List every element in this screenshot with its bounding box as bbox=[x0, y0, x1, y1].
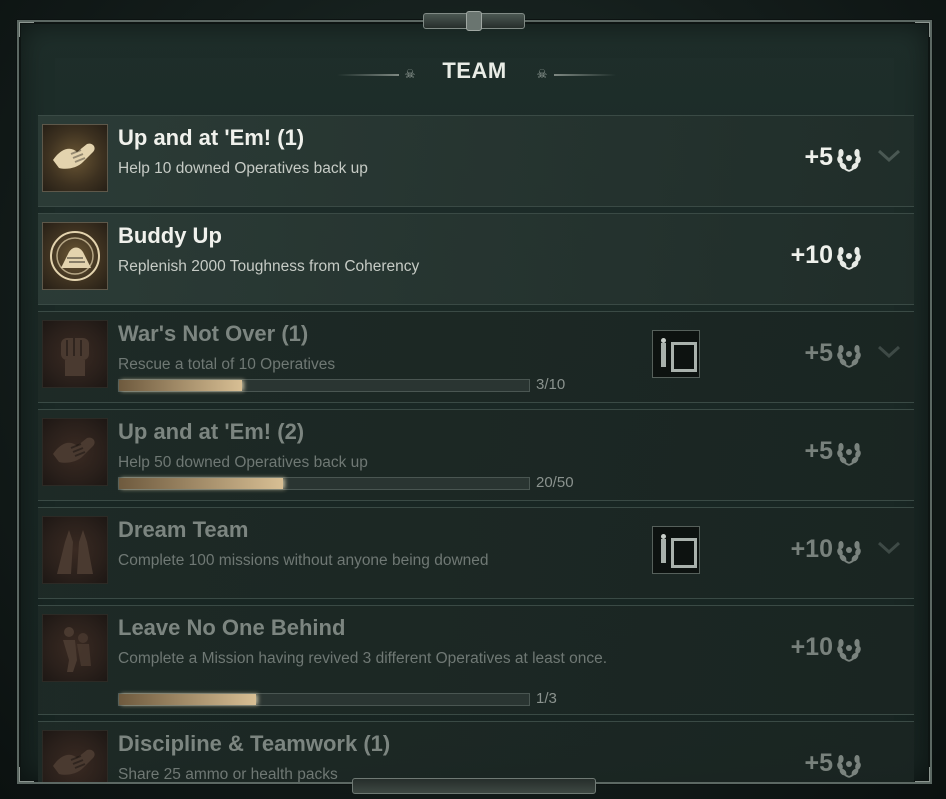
achievement-title: Up and at 'Em! (1) bbox=[118, 125, 305, 150]
skull-icon: ☠ bbox=[536, 67, 548, 81]
achievement-row[interactable]: Up and at 'Em! (2) Help 50 downed Operati… bbox=[38, 409, 914, 501]
portrait-frame-reward-icon[interactable] bbox=[652, 526, 700, 574]
reward-points: +5 bbox=[804, 143, 833, 171]
panel-header: ☠ TEAM ☠ bbox=[19, 58, 930, 94]
laurel-icon bbox=[836, 438, 862, 468]
laurel-icon bbox=[836, 144, 862, 174]
corner-ornament bbox=[19, 22, 34, 37]
achievement-description: Help 10 downed Operatives back up bbox=[118, 160, 368, 177]
helping-hands-icon bbox=[42, 418, 108, 486]
progress-fill bbox=[119, 380, 242, 391]
achievement-title: Buddy Up bbox=[118, 223, 222, 248]
achievement-title: War's Not Over (1) bbox=[118, 321, 309, 346]
raised-hands-icon bbox=[42, 516, 108, 584]
portrait-frame-reward-icon[interactable] bbox=[652, 330, 700, 378]
reward-points: +5 bbox=[804, 339, 833, 367]
ornament-skull-icon bbox=[466, 11, 482, 31]
reward-points: +10 bbox=[790, 633, 833, 661]
reward-points: +10 bbox=[790, 241, 833, 269]
laurel-icon bbox=[836, 634, 862, 664]
achievement-description: Replenish 2000 Toughness from Coherency bbox=[118, 258, 420, 275]
progress-bar bbox=[118, 379, 530, 392]
fist-icon bbox=[42, 320, 108, 388]
reward-points: +5 bbox=[804, 749, 833, 777]
achievement-description: Help 50 downed Operatives back up bbox=[118, 454, 368, 471]
achievement-row[interactable]: Up and at 'Em! (1) Help 10 downed Operati… bbox=[38, 115, 914, 207]
corner-ornament bbox=[19, 767, 34, 782]
achievement-row[interactable]: Buddy Up Replenish 2000 Toughness from Co… bbox=[38, 213, 914, 305]
progress-count: 1/3 bbox=[536, 690, 557, 707]
progress-bar bbox=[118, 693, 530, 706]
achievement-title: Dream Team bbox=[118, 517, 249, 542]
bottom-ornament bbox=[352, 778, 596, 794]
corner-ornament bbox=[915, 22, 930, 37]
chevron-down-icon[interactable] bbox=[876, 538, 902, 558]
chevron-down-icon[interactable] bbox=[876, 342, 902, 362]
chevron-down-icon[interactable] bbox=[876, 146, 902, 166]
progress-count: 20/50 bbox=[536, 474, 574, 491]
helping-hands-icon bbox=[42, 124, 108, 192]
progress-bar bbox=[118, 477, 530, 490]
achievements-panel: ☠ TEAM ☠ Up and at 'Em! (1) Help 10 downe… bbox=[17, 20, 932, 784]
progress-fill bbox=[119, 694, 256, 705]
achievement-row[interactable]: Leave No One Behind Complete a Mission ha… bbox=[38, 605, 914, 715]
panel-title: TEAM bbox=[442, 58, 507, 83]
helping-hands-icon bbox=[42, 730, 108, 782]
achievement-description: Complete a Mission having revived 3 diff… bbox=[118, 650, 608, 667]
progress-count: 3/10 bbox=[536, 376, 566, 393]
achievement-title: Leave No One Behind bbox=[118, 615, 346, 640]
reward-points: +10 bbox=[790, 535, 833, 563]
laurel-icon bbox=[836, 536, 862, 566]
achievement-row[interactable]: Dream Team Complete 100 missions without … bbox=[38, 507, 914, 599]
achievement-description: Rescue a total of 10 Operatives bbox=[118, 356, 336, 373]
achievement-title: Discipline & Teamwork (1) bbox=[118, 731, 391, 756]
laurel-icon bbox=[836, 340, 862, 370]
header-divider bbox=[554, 74, 616, 76]
clasped-hands-icon bbox=[42, 222, 108, 290]
achievement-title: Up and at 'Em! (2) bbox=[118, 419, 305, 444]
carry-figure-icon bbox=[42, 614, 108, 682]
top-ornament bbox=[423, 11, 525, 31]
achievement-row[interactable]: Discipline & Teamwork (1) Share 25 ammo o… bbox=[38, 721, 914, 782]
reward-points: +5 bbox=[804, 437, 833, 465]
corner-ornament bbox=[915, 767, 930, 782]
progress-fill bbox=[119, 478, 283, 489]
achievement-row[interactable]: War's Not Over (1) Rescue a total of 10 O… bbox=[38, 311, 914, 403]
laurel-icon bbox=[836, 750, 862, 780]
laurel-icon bbox=[836, 242, 862, 272]
achievement-description: Complete 100 missions without anyone bei… bbox=[118, 552, 489, 569]
